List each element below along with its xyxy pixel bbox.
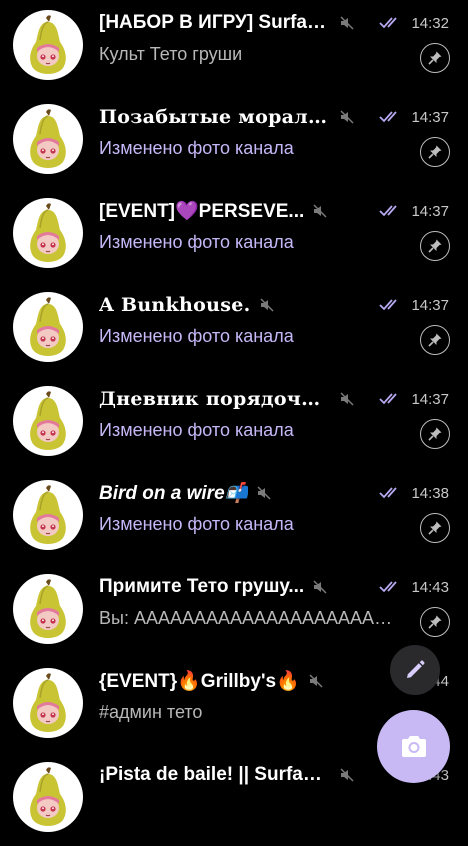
chat-title: A Bunkhouse. [99,294,251,316]
pear-avatar[interactable] [13,668,83,738]
new-story-camera-button[interactable] [377,710,450,783]
muted-speaker-icon [340,16,354,30]
pin-icon [420,137,450,167]
chat-preview: Изменено фото канала [99,232,294,252]
pear-avatar[interactable] [13,104,83,174]
chat-time: 14:37 [411,390,449,408]
chat-title: Позабытые моралу... [99,106,331,128]
chat-row[interactable]: Bird on a wire📬 14:38 Изменено фото кана… [0,470,468,564]
chat-row[interactable]: A Bunkhouse. 14:37 Изменено фото канала [0,282,468,376]
double-check-icon [379,17,398,29]
pear-avatar-image [30,485,66,544]
chat-preview: #админ тето [99,702,203,722]
pear-avatar-image [30,109,66,168]
pencil-icon [407,660,425,678]
pear-avatar-image [30,673,66,732]
pear-avatar[interactable] [13,198,83,268]
muted-speaker-icon [259,298,274,312]
muted-speaker-icon [340,392,354,406]
pear-avatar[interactable] [13,574,83,644]
double-check-icon [379,393,398,405]
chat-time: 14:38 [411,484,449,502]
pin-icon [420,231,450,261]
chat-preview: Вы: АААААААААААААААААААААА... [99,608,399,628]
chat-title: [НАБОР В ИГРУ] Surface... [99,12,331,33]
double-check-icon [379,487,398,499]
chat-title: Bird on a wire📬 [99,483,249,504]
chat-row[interactable]: Позабытые моралу... 14:37 Изменено фото … [0,94,468,188]
double-check-icon [379,299,398,311]
chat-preview: Изменено фото канала [99,326,294,346]
pin-icon [420,513,450,543]
pear-avatar[interactable] [13,480,83,550]
chat-title: Дневник порядочн... [99,388,331,410]
muted-speaker-icon [309,674,323,688]
compose-button[interactable] [390,645,440,695]
pear-avatar-image [30,391,66,450]
muted-speaker-icon [340,768,354,782]
chat-time: 14:43 [411,578,449,596]
chat-preview: Культ Тето груши [99,44,243,64]
pear-avatar[interactable] [13,762,83,832]
chat-preview: Изменено фото канала [99,420,294,440]
double-check-icon [379,581,398,593]
pear-avatar-image [30,203,66,262]
pin-icon [420,43,450,73]
pin-icon [420,419,450,449]
pear-avatar[interactable] [13,386,83,456]
chat-title: ¡Pista de baile! || Surface... [99,764,331,785]
chat-time: 14:37 [411,296,449,314]
double-check-icon [379,111,398,123]
chat-time: 14:32 [411,14,449,32]
pear-avatar-image [30,767,66,826]
chat-title: Примите Тето грушу... [99,576,305,597]
pear-avatar-image [30,15,66,74]
chat-row[interactable]: Дневник порядочн... 14:37 Изменено фото … [0,376,468,470]
muted-speaker-icon [313,580,327,594]
pin-icon [420,607,450,637]
chat-title: [EVENT]💜PERSEVE... [99,201,305,222]
pear-avatar[interactable] [13,292,83,362]
muted-speaker-icon [313,204,327,218]
pear-avatar[interactable] [13,10,83,80]
chat-row[interactable]: [НАБОР В ИГРУ] Surface... 14:32 Культ Те… [0,0,468,94]
chat-time: 14:37 [411,108,449,126]
chat-title: {EVENT}🔥Grillby's🔥 [99,671,300,692]
muted-speaker-icon [340,110,354,124]
chat-preview: Изменено фото канала [99,514,294,534]
chat-time: 14:37 [411,202,449,220]
pear-avatar-image [30,297,66,356]
double-check-icon [379,205,398,217]
muted-speaker-icon [257,486,271,500]
camera-icon [401,735,426,757]
pear-avatar-image [30,579,66,638]
pin-icon [420,325,450,355]
chat-row[interactable]: [EVENT]💜PERSEVE... 14:37 Изменено фото к… [0,188,468,282]
chat-row[interactable]: Примите Тето грушу... 14:43 Вы: АААААААА… [0,564,468,658]
chat-preview: Изменено фото канала [99,138,294,158]
